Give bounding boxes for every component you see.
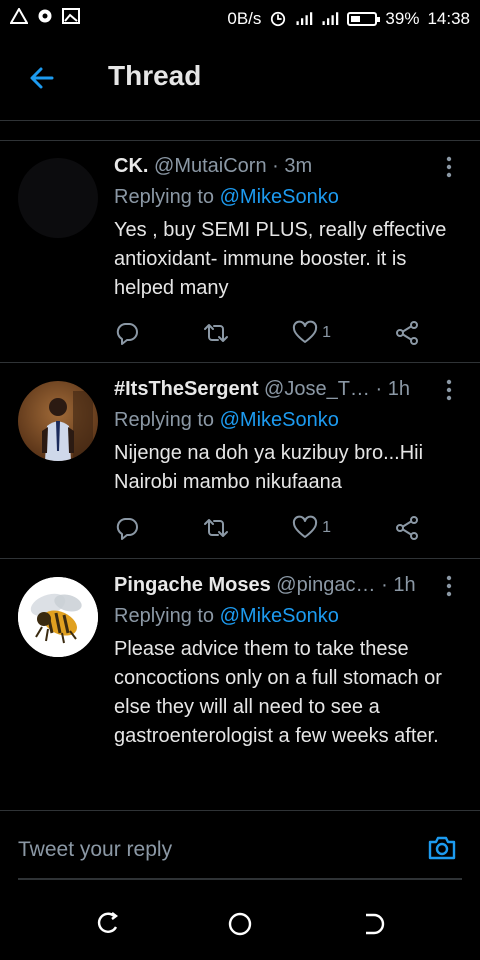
timestamp: 1h (387, 378, 410, 400)
share-icon (396, 516, 418, 540)
tweet-actions: 1 (114, 515, 420, 541)
tweet-text: Yes , buy SEMI PLUS, really effective an… (114, 219, 447, 299)
separator: · (381, 574, 388, 596)
battery-fill (351, 16, 360, 22)
bee-icon (18, 577, 98, 657)
like-count: 1 (322, 519, 331, 536)
display-name[interactable]: Pingache Moses (114, 574, 271, 596)
user-handle: @pingac… (276, 574, 376, 596)
replying-to: Replying to @MikeSonko (114, 184, 464, 210)
tweet-body: Pingache Moses @pingac… · 1h Replying to… (114, 571, 464, 751)
tweet-actions: 1 (114, 320, 420, 346)
heart-icon (292, 515, 318, 538)
reply-button[interactable] (114, 320, 140, 346)
retweet-button[interactable] (203, 320, 229, 346)
avatar[interactable] (18, 381, 98, 461)
status-bar: 0B/s 39% 14:38 (0, 0, 480, 38)
retweet-icon (204, 519, 229, 537)
like-button[interactable]: 1 (292, 320, 331, 346)
mention-link[interactable]: @MikeSonko (220, 605, 339, 627)
reply-composer: Tweet your reply (0, 810, 480, 880)
input-underline (18, 878, 462, 880)
like-count: 1 (322, 324, 331, 341)
share-button[interactable] (394, 320, 420, 346)
retweet-icon (204, 324, 229, 342)
battery-icon (347, 12, 381, 26)
more-vertical-icon[interactable] (446, 379, 452, 401)
page-title: Thread (108, 60, 202, 91)
tweet-body: CK. @MutaiCorn · 3m Replying to @MikeSon… (114, 152, 464, 303)
mention-link[interactable]: @MikeSonko (220, 409, 339, 431)
tweet-header: #ItsTheSergent @Jose_T… · 1h (114, 375, 464, 403)
network-speed: 0B/s (227, 9, 262, 28)
profile-photo (18, 381, 98, 461)
arrow-left-icon[interactable] (28, 64, 56, 92)
retweet-button[interactable] (203, 515, 229, 541)
reply-button[interactable] (114, 515, 140, 541)
chat-icon (38, 9, 52, 23)
tweet-header: CK. @MutaiCorn · 3m (114, 152, 464, 180)
warning-icon (10, 8, 28, 24)
home-icon[interactable] (226, 910, 254, 938)
signal-icon-2 (322, 12, 339, 25)
app-header: Thread (0, 40, 480, 120)
tweet[interactable]: #ItsTheSergent @Jose_T… · 1h Replying to… (0, 363, 480, 558)
divider (0, 810, 480, 811)
tweet[interactable]: Pingache Moses @pingac… · 1h Replying to… (0, 559, 480, 809)
camera-icon[interactable] (426, 832, 458, 864)
tweet-text: Please advice them to take these concoct… (114, 638, 442, 747)
heart-icon (292, 320, 318, 343)
user-handle: @Jose_T… (264, 378, 370, 400)
replying-prefix: Replying to (114, 186, 215, 208)
replying-to: Replying to @MikeSonko (114, 603, 464, 629)
share-button[interactable] (394, 515, 420, 541)
gallery-icon (62, 8, 80, 24)
timestamp: 1h (393, 574, 416, 596)
more-vertical-icon[interactable] (446, 156, 452, 178)
recent-apps-icon[interactable] (94, 910, 122, 938)
separator: · (375, 378, 383, 400)
battery-percent: 39% (385, 9, 420, 28)
tweet-text: Nijenge na doh ya kuzibuy bro...Hii Nair… (114, 442, 424, 493)
tweet[interactable]: CK. @MutaiCorn · 3m Replying to @MikeSon… (0, 140, 480, 362)
replying-prefix: Replying to (114, 605, 215, 627)
avatar[interactable] (18, 158, 98, 238)
divider (0, 120, 480, 121)
like-button[interactable]: 1 (292, 515, 331, 541)
sync-icon (271, 11, 286, 27)
status-left-icons (10, 8, 80, 24)
share-icon (396, 321, 418, 345)
display-name[interactable]: #ItsTheSergent (114, 378, 258, 400)
signal-icon (296, 12, 313, 25)
reply-input[interactable]: Tweet your reply (18, 838, 172, 862)
system-nav-bar (0, 890, 480, 960)
avatar[interactable] (18, 577, 98, 657)
more-vertical-icon[interactable] (446, 575, 452, 597)
replying-prefix: Replying to (114, 409, 215, 431)
display-name[interactable]: CK. (114, 155, 148, 177)
timestamp: 3m (284, 155, 313, 177)
reply-icon (116, 518, 138, 540)
tweet-header: Pingache Moses @pingac… · 1h (114, 571, 464, 599)
separator: · (272, 155, 279, 177)
mention-link[interactable]: @MikeSonko (220, 186, 339, 208)
status-right: 0B/s 39% 14:38 (227, 9, 470, 29)
replying-to: Replying to @MikeSonko (114, 407, 464, 433)
clock: 14:38 (427, 9, 470, 28)
reply-icon (116, 323, 138, 345)
back-nav-icon[interactable] (358, 910, 386, 938)
tweet-body: #ItsTheSergent @Jose_T… · 1h Replying to… (114, 375, 464, 497)
user-handle: @MutaiCorn (154, 155, 267, 177)
